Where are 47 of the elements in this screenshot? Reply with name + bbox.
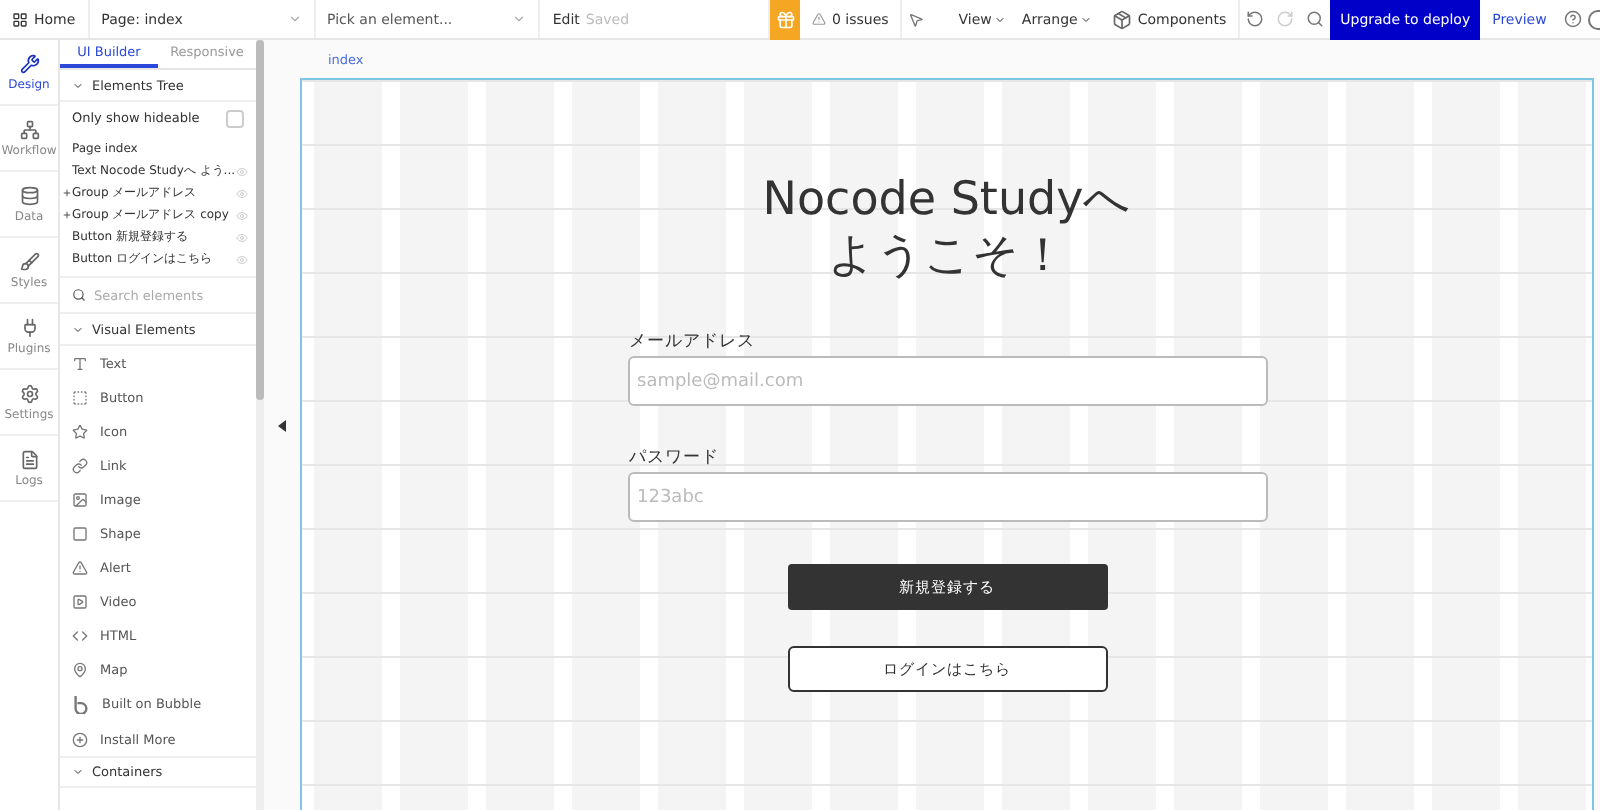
chevron-icon (993, 13, 1006, 25)
chevron-icon (1079, 13, 1092, 25)
plug-icon (19, 317, 39, 337)
email-label: メールアドレス (629, 330, 757, 356)
plus-circle-icon (72, 731, 88, 748)
eye-icon[interactable] (236, 165, 248, 177)
brush-icon (19, 251, 39, 271)
text-icon (72, 355, 88, 372)
plus-icon[interactable] (62, 188, 72, 198)
caret-icon[interactable] (72, 79, 84, 91)
eye-icon[interactable] (236, 231, 248, 243)
bubble-logo-icon (72, 695, 90, 714)
gift-icon[interactable] (770, 0, 800, 39)
box-icon (1111, 9, 1132, 29)
scrollbar-thumb[interactable] (256, 40, 264, 400)
caret-icon[interactable] (72, 323, 84, 335)
link-icon (72, 457, 88, 474)
settings-icon (19, 383, 39, 403)
button-icon (72, 389, 88, 406)
password-field[interactable]: 123abc (627, 472, 1267, 522)
plus-icon[interactable] (62, 210, 72, 220)
page-title: Nocode Studyへ ようこそ！ (762, 172, 1132, 284)
eye-icon[interactable] (236, 209, 248, 221)
eye-icon[interactable] (236, 253, 248, 265)
caret-icon[interactable] (72, 766, 84, 779)
database-icon (19, 185, 39, 205)
wrench-icon (19, 53, 39, 73)
email-field[interactable]: sample@mail.com (627, 356, 1267, 406)
hideable-checkbox[interactable] (226, 109, 244, 127)
chevron-icon (512, 12, 527, 26)
eye-icon[interactable] (236, 187, 248, 199)
document-icon (19, 449, 39, 469)
code-icon (72, 628, 88, 645)
grid-icon[interactable] (12, 11, 28, 27)
star-icon (72, 423, 88, 440)
image-icon (72, 491, 88, 508)
shape-icon (72, 526, 88, 543)
play-icon (72, 594, 88, 611)
warning-icon (811, 12, 826, 26)
sitemap-icon (19, 119, 39, 139)
password-label: パスワード (629, 446, 721, 472)
collapse-arrow-icon[interactable] (278, 419, 286, 431)
warning-icon (72, 560, 88, 577)
search-icon (72, 288, 86, 302)
avatar-icon[interactable] (1588, 9, 1600, 29)
pin-icon (72, 662, 88, 679)
chevron-icon (287, 12, 302, 26)
